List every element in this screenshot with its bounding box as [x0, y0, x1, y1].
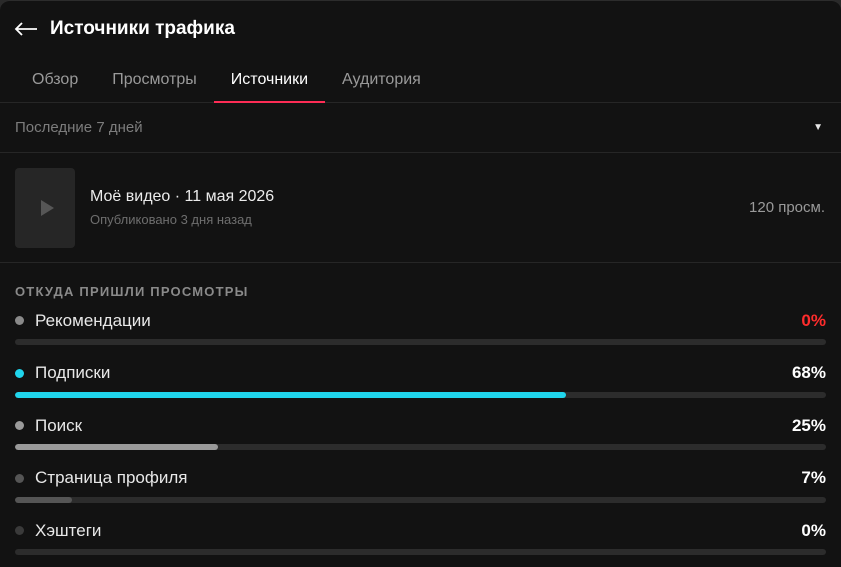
source-label: Подписки [35, 363, 111, 382]
source-percent: 0% [801, 310, 826, 330]
video-info: Моё видео · 11 мая 2026 Опубликовано 3 д… [90, 188, 749, 227]
source-bar-track [15, 339, 826, 345]
source-label: Поиск [35, 415, 83, 435]
play-icon [40, 199, 54, 216]
date-range-dropdown[interactable]: Последние 7 дней ▼ [0, 103, 841, 153]
source-bar-fill [15, 391, 567, 398]
source-item-search: Поиск 25% [15, 412, 826, 465]
source-item-profile: Страница профиля 7% [15, 465, 826, 518]
source-bar-fill [15, 444, 218, 450]
source-percent: 7% [801, 468, 826, 487]
source-label: Страница профиля [35, 468, 188, 487]
source-percent: 0% [801, 520, 826, 540]
video-views: 120 просм. [749, 199, 825, 216]
source-bar-track [15, 444, 826, 450]
source-dot [15, 368, 24, 378]
page-title: Источники трафика [50, 18, 235, 39]
traffic-sources-panel: Источники трафика Обзор Просмотры Источн… [0, 0, 841, 567]
section-title: ОТКУДА ПРИШЛИ ПРОСМОТРЫ [15, 284, 249, 299]
source-item-recommendations: Рекомендации 0% [15, 307, 826, 360]
header: Источники трафика [0, 1, 841, 57]
source-bar-fill [15, 496, 72, 503]
source-dot [15, 421, 24, 430]
source-bar-track [15, 496, 826, 503]
tab-views[interactable]: Просмотры [95, 57, 214, 102]
caret-down-icon: ▼ [813, 122, 823, 133]
source-percent: 25% [791, 415, 826, 435]
video-title: Моё видео · 11 мая 2026 [90, 188, 275, 205]
source-item-subscriptions: Подписки 68% [15, 360, 826, 413]
tab-overview[interactable]: Обзор [15, 57, 95, 102]
tab-audience[interactable]: Аудитория [325, 57, 438, 102]
tab-sources[interactable]: Источники [213, 57, 326, 103]
source-bar-track [15, 549, 826, 555]
video-thumbnail [15, 167, 75, 248]
source-dot [15, 316, 24, 325]
video-card[interactable]: Моё видео · 11 мая 2026 Опубликовано 3 д… [0, 153, 841, 263]
video-published: Опубликовано 3 дня назад [90, 212, 252, 227]
date-range-label: Последние 7 дней [15, 119, 143, 136]
tab-bar: Обзор Просмотры Источники Аудитория [0, 57, 841, 103]
source-dot [15, 473, 24, 483]
source-label: Рекомендации [35, 310, 151, 330]
source-dot [15, 526, 24, 535]
source-label: Хэштеги [35, 520, 102, 540]
source-percent: 68% [791, 363, 826, 382]
traffic-sources-section: ОТКУДА ПРИШЛИ ПРОСМОТРЫ Рекомендации 0% … [0, 263, 841, 567]
source-bar-track [15, 391, 826, 398]
arrow-left-icon[interactable] [14, 21, 38, 37]
source-item-hashtags: Хэштеги 0% [15, 517, 826, 567]
